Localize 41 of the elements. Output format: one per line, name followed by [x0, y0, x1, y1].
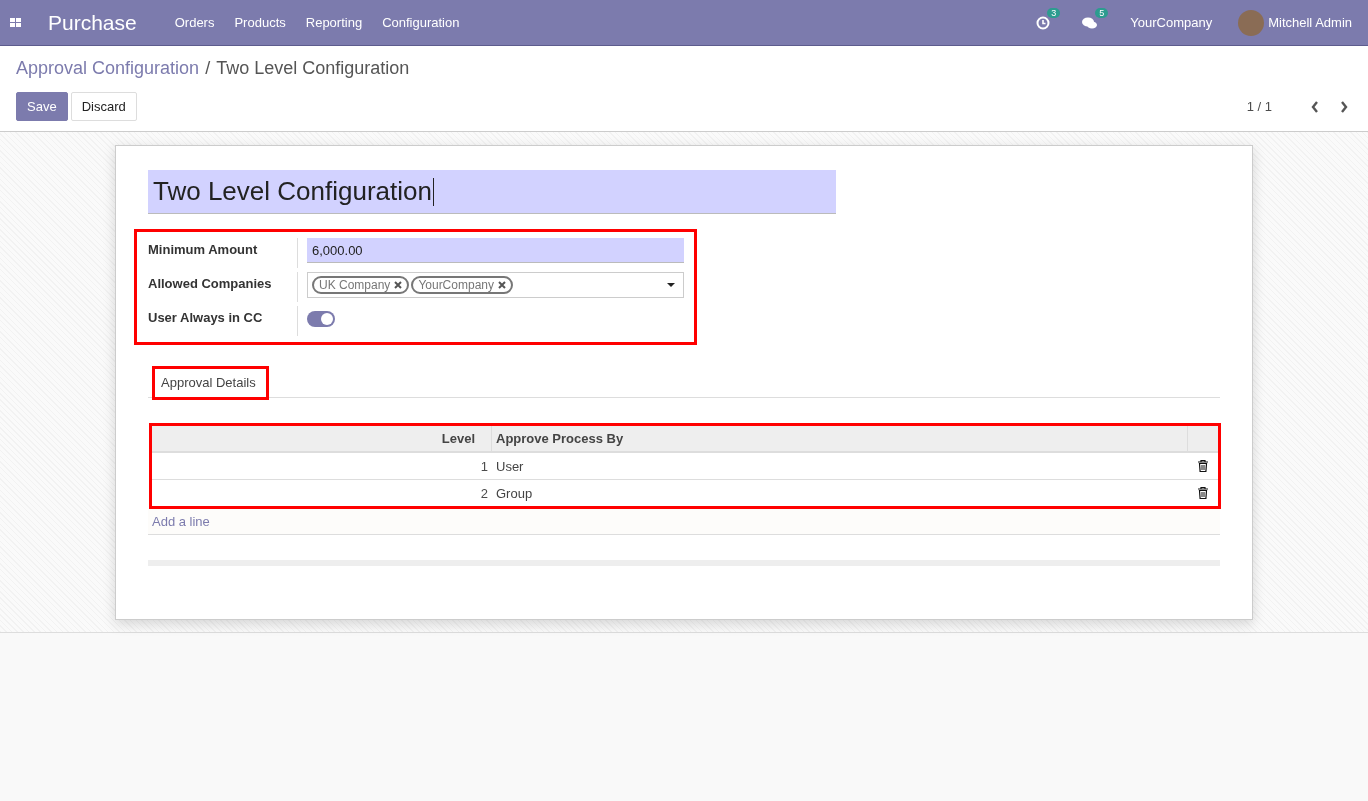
amount-field[interactable]: 6,000.00: [307, 238, 684, 263]
trash-icon[interactable]: [1198, 487, 1208, 499]
column-header[interactable]: Level: [152, 426, 492, 451]
trash-icon[interactable]: [1198, 460, 1208, 472]
table-cell-text: 2: [479, 485, 489, 501]
app-name[interactable]: Purchase: [48, 10, 137, 35]
companies-field[interactable]: UK Company YourCompany: [307, 272, 684, 298]
company-tag[interactable]: YourCompany: [411, 276, 513, 294]
clock-icon[interactable]: [1036, 15, 1051, 30]
breadcrumb-link[interactable]: Approval Configuration: [16, 58, 200, 80]
chevron-right-icon[interactable]: [1340, 100, 1348, 113]
save-button[interactable]: Save: [16, 92, 68, 121]
remove-icon[interactable]: [498, 281, 506, 289]
table-cell-text: 1: [479, 458, 489, 474]
toggle-switch[interactable]: [307, 311, 335, 327]
pager-counter: 1 / 1: [1246, 99, 1272, 114]
chevron-left-icon[interactable]: [1311, 100, 1319, 113]
activity-count-badge: 3: [1047, 7, 1061, 18]
company-tag[interactable]: UK Company: [312, 276, 410, 294]
field-label: User Always in CC: [148, 306, 298, 336]
user-menu[interactable]: Mitchell Admin: [1268, 15, 1352, 30]
field-label: Minimum Amount: [148, 238, 298, 268]
discard-button[interactable]: Discard: [70, 92, 137, 121]
dropdown-caret-icon[interactable]: [667, 283, 675, 287]
menu-item[interactable]: Reporting: [305, 15, 363, 30]
table-cell-text: User: [495, 458, 525, 474]
menu-item[interactable]: Orders: [174, 15, 215, 30]
company-switcher[interactable]: YourCompany: [1130, 15, 1213, 30]
menu-item[interactable]: Configuration: [382, 15, 460, 30]
name-field[interactable]: Two Level Configuration: [148, 170, 836, 214]
breadcrumb-current: Two Level Configuration: [216, 58, 410, 80]
add-line-link[interactable]: Add a line: [152, 514, 210, 529]
apps-menu-icon[interactable]: [10, 17, 22, 28]
column-header[interactable]: Approve Process By: [492, 431, 1187, 446]
field-label: Allowed Companies: [148, 272, 298, 302]
chat-bubbles-icon[interactable]: [1082, 15, 1099, 30]
message-count-badge: 5: [1095, 7, 1109, 18]
remove-icon[interactable]: [394, 281, 403, 289]
menu-item[interactable]: Products: [234, 15, 286, 30]
breadcrumb-separator: /: [205, 58, 211, 80]
table-cell-text: Group: [495, 485, 534, 501]
